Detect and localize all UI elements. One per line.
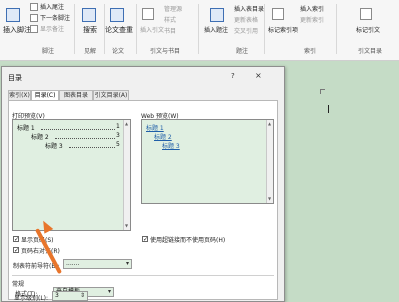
insert-footnote-button[interactable]: 插入脚注	[3, 27, 31, 34]
right-align-label: 页码右对齐(R)	[21, 248, 60, 255]
show-notes-icon	[30, 25, 38, 33]
print-preview-page-3: 5	[116, 141, 120, 148]
web-preview-heading-1[interactable]: 标题 1	[146, 123, 164, 132]
ribbon-separator	[264, 4, 265, 54]
show-levels-value: 3	[55, 292, 59, 299]
margin-mark	[320, 89, 325, 94]
insert-index-button[interactable]: 插入索引	[300, 6, 324, 13]
index-group-label: 索引	[304, 48, 317, 55]
print-preview-page-2: 3	[116, 132, 120, 139]
table-of-contents-dialog: 目录 ? × 索引(X) 目录(C) 图表目录(F) 引文目录(A) 打印预览(…	[1, 66, 285, 302]
tab-panel: 打印预览(V) 标题 1 1 标题 2 3 标题 3 5 ▲ ▼ Web 预览(…	[8, 100, 278, 300]
insights-group-label: 见解	[84, 48, 97, 55]
table-of-authorities-group-label: 引文目录	[358, 48, 383, 55]
mark-entry-icon	[272, 8, 284, 20]
show-notes-button[interactable]: 显示备注	[40, 26, 64, 33]
mark-citation-icon	[360, 8, 372, 20]
bibliography-button[interactable]: 书目	[164, 28, 176, 35]
print-preview-heading-1: 标题 1	[17, 125, 35, 132]
print-preview-scrollbar[interactable]: ▲ ▼	[123, 120, 130, 230]
general-section-label: 常规	[12, 281, 25, 288]
text-cursor	[328, 105, 329, 113]
insert-footnote-icon	[6, 8, 20, 22]
style-dropdown[interactable]: 样式	[164, 17, 176, 24]
show-levels-label: 显示级别(L):	[14, 295, 49, 302]
print-preview-box[interactable]: 标题 1 1 标题 2 3 标题 3 5 ▲ ▼	[12, 119, 131, 231]
print-preview-leader	[69, 147, 115, 148]
web-preview-heading-3[interactable]: 标题 3	[162, 141, 180, 150]
print-preview-leader	[55, 138, 115, 139]
mark-citation-button[interactable]: 标记引文	[356, 27, 380, 34]
print-preview-heading-2: 标题 2	[31, 134, 49, 141]
close-button[interactable]: ×	[255, 71, 262, 80]
captions-group-label: 题注	[236, 48, 249, 55]
next-footnote-icon	[30, 14, 38, 22]
help-button[interactable]: ?	[231, 72, 235, 80]
chevron-down-icon: ▾	[107, 288, 111, 295]
insert-citation-button[interactable]: 插入引文	[140, 27, 164, 34]
insert-caption-icon	[210, 8, 224, 22]
dialog-title: 目录	[8, 74, 22, 82]
manage-sources-button[interactable]: 管理源	[164, 6, 182, 13]
update-table-button[interactable]: 更新表格	[234, 17, 258, 24]
right-align-checkbox[interactable]: ✓	[13, 247, 19, 254]
use-hyperlinks-checkbox[interactable]: ✓	[142, 236, 148, 243]
ribbon: 插入脚注 插入尾注 下一条脚注 显示备注 脚注 搜索 见解 论文查重 论文 插入…	[0, 0, 399, 61]
web-preview-box[interactable]: 标题 1 标题 2 标题 3 ▲ ▼	[141, 119, 274, 204]
show-page-numbers-label: 显示页码(S)	[21, 237, 54, 244]
print-preview-heading-3: 标题 3	[45, 143, 63, 150]
scroll-up-icon[interactable]: ▲	[125, 122, 128, 126]
insert-table-of-figures-button[interactable]: 插入表目录	[234, 6, 264, 13]
insert-caption-button[interactable]: 插入题注	[204, 27, 228, 34]
next-footnote-button[interactable]: 下一条脚注	[40, 15, 70, 22]
scroll-down-icon[interactable]: ▼	[268, 197, 271, 201]
print-preview-page-1: 1	[116, 123, 120, 130]
scroll-up-icon[interactable]: ▲	[268, 122, 271, 126]
ribbon-separator	[136, 4, 137, 54]
use-hyperlinks-label: 使用超链接而不使用页码(H)	[150, 237, 226, 244]
search-button[interactable]: 搜索	[83, 27, 97, 34]
spinner-arrows-icon[interactable]: ⇕	[80, 292, 85, 300]
mark-entry-button[interactable]: 标记索引项	[268, 27, 298, 34]
researcher-button[interactable]: 论文查重	[105, 27, 133, 34]
update-index-button[interactable]: 更新索引	[300, 17, 324, 24]
ribbon-separator	[74, 4, 75, 54]
research-group-label: 论文	[112, 48, 125, 55]
divider	[12, 275, 274, 276]
insert-endnote-button[interactable]: 插入尾注	[40, 4, 64, 11]
footnotes-group-label: 脚注	[42, 48, 55, 55]
tab-table-of-figures[interactable]: 图表目录(F)	[59, 90, 93, 109]
cross-reference-button[interactable]: 交叉引用	[234, 28, 258, 35]
ribbon-separator	[336, 4, 337, 54]
tab-index[interactable]: 索引(X)	[8, 90, 31, 100]
insert-endnote-icon	[30, 3, 38, 11]
tab-table-of-authorities[interactable]: 引文目录(A)	[93, 90, 129, 100]
ribbon-separator	[198, 4, 199, 54]
web-preview-scrollbar[interactable]: ▲ ▼	[266, 120, 273, 203]
tab-leader-select[interactable]: ....... ▾	[63, 259, 132, 269]
chevron-down-icon: ▾	[125, 260, 129, 267]
show-page-numbers-checkbox[interactable]: ✓	[13, 236, 19, 243]
search-icon	[82, 8, 96, 22]
citations-group-label: 引文与书目	[150, 48, 181, 55]
web-preview-heading-2[interactable]: 标题 2	[154, 132, 172, 141]
tab-leader-value: .......	[66, 260, 80, 267]
scroll-down-icon[interactable]: ▼	[125, 224, 128, 228]
researcher-icon	[110, 8, 124, 22]
insert-citation-icon	[142, 8, 154, 20]
print-preview-leader	[41, 129, 115, 130]
